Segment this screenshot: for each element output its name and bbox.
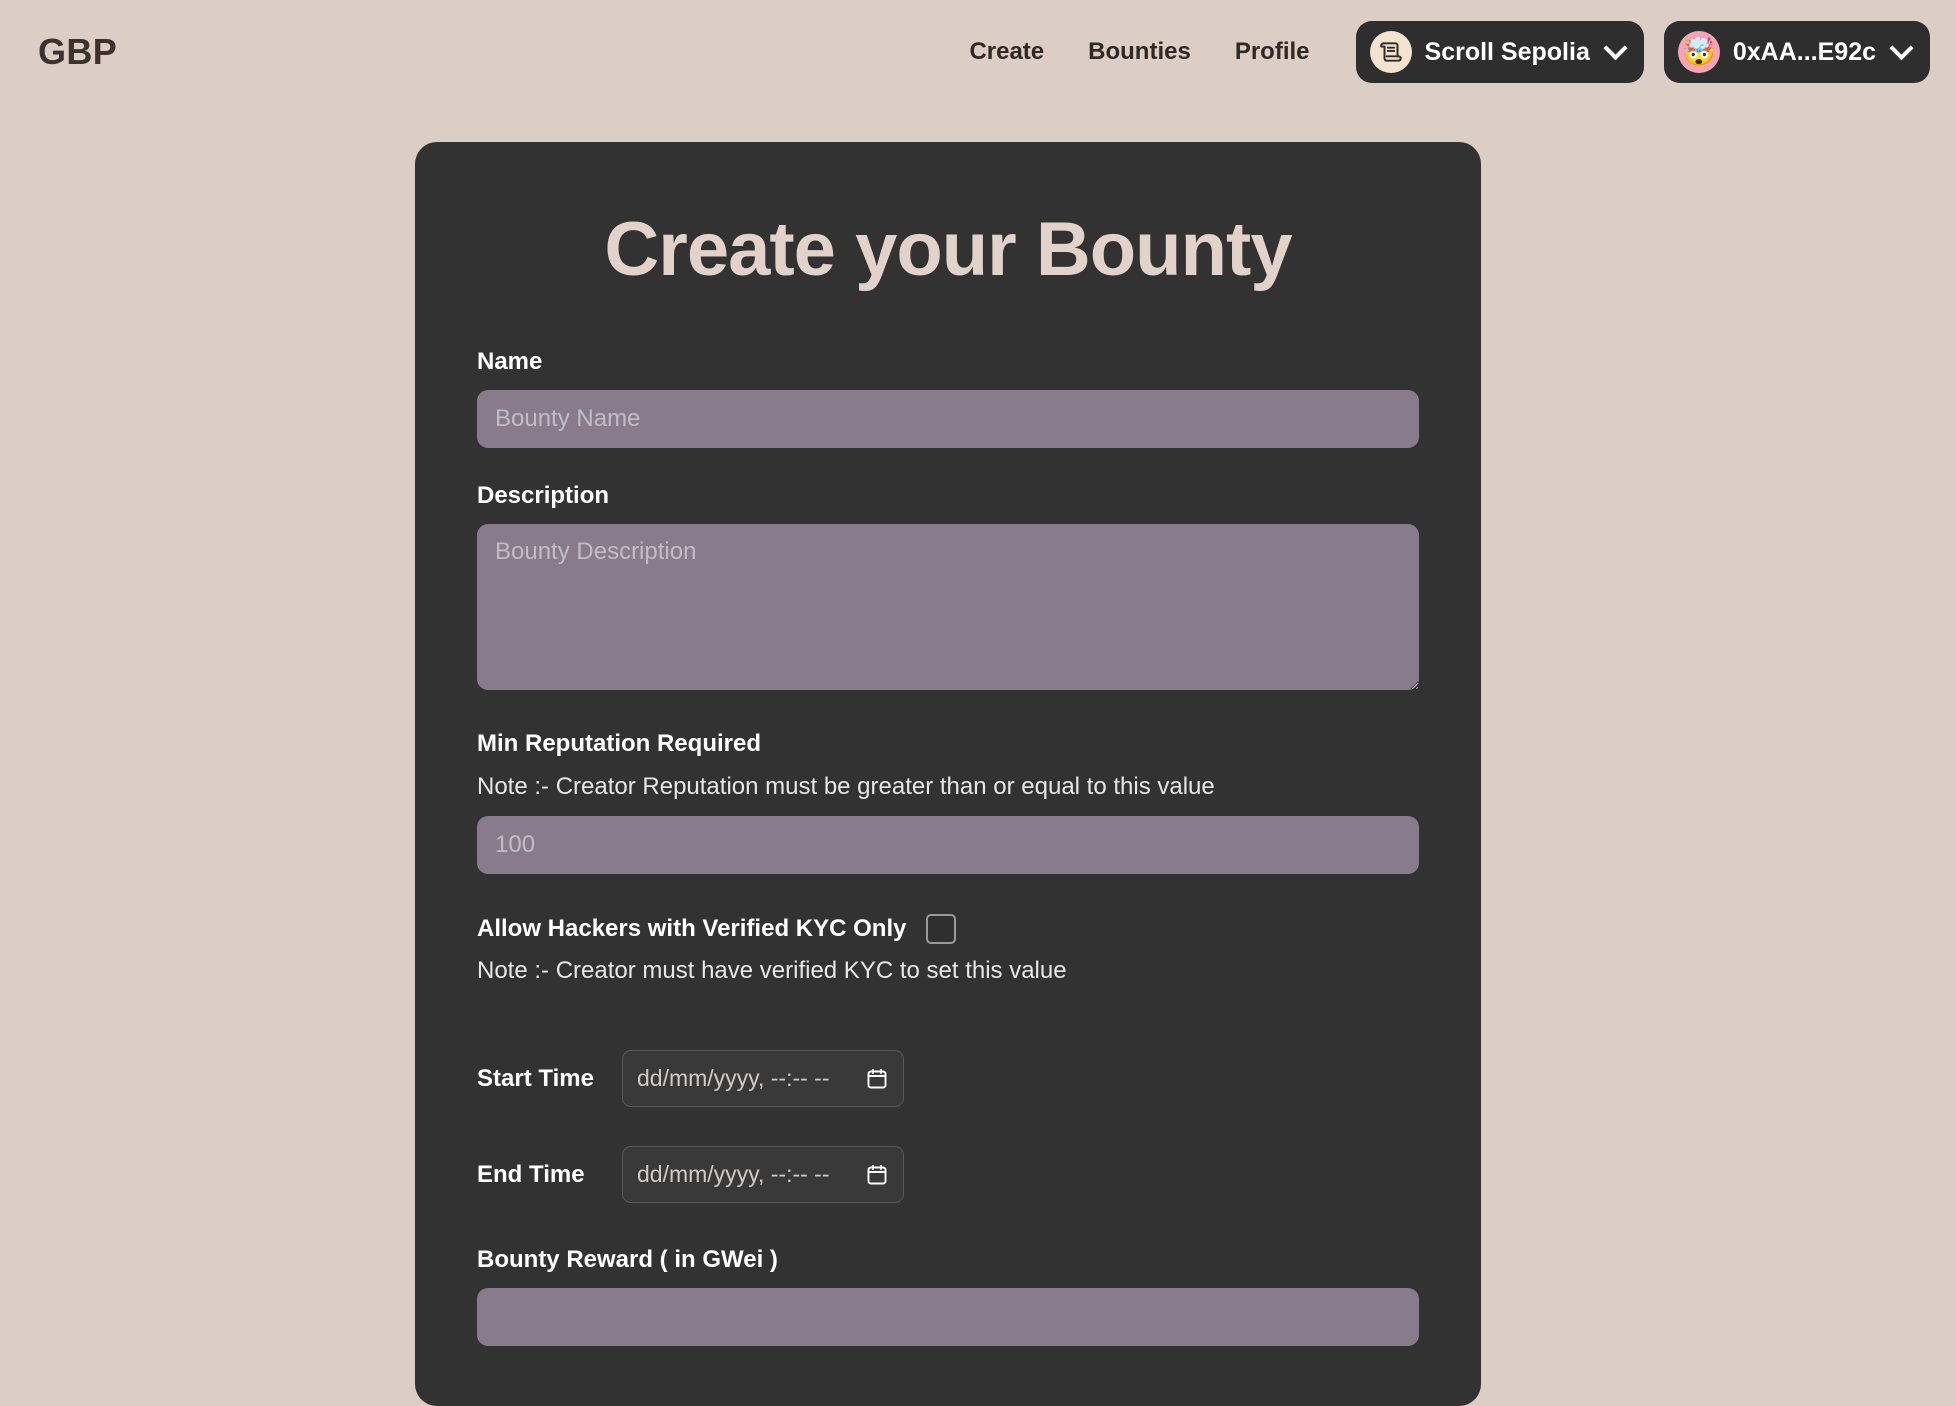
min-reputation-note: Note :- Creator Reputation must be great… — [477, 772, 1215, 800]
bounty-reward-input[interactable] — [477, 1287, 1419, 1346]
chevron-down-icon — [1603, 35, 1628, 60]
description-label: Description — [477, 481, 610, 509]
wallet-address-label: 0xAA...E92c — [1732, 37, 1876, 66]
brand-logo[interactable]: GBP — [38, 31, 117, 73]
name-label: Name — [477, 347, 543, 375]
end-time-row: End Time dd/mm/yyyy, --:-- -- — [477, 1144, 1419, 1206]
calendar-icon — [867, 1068, 887, 1089]
start-time-row: Start Time dd/mm/yyyy, --:-- -- — [477, 1048, 1419, 1110]
nav-link-create[interactable]: Create — [947, 38, 1066, 66]
page-title: Create your Bounty — [604, 207, 1292, 292]
top-navigation-bar: GBP Create Bounties Profile Scroll Sepol… — [0, 0, 1956, 104]
name-field-group: Name — [477, 348, 1419, 448]
end-time-label: End Time — [477, 1160, 585, 1188]
bounty-reward-field-group: Bounty Reward ( in GWei ) — [477, 1246, 1419, 1346]
end-time-input[interactable]: dd/mm/yyyy, --:-- -- — [622, 1146, 904, 1204]
network-name-label: Scroll Sepolia — [1424, 37, 1590, 66]
start-time-placeholder: dd/mm/yyyy, --:-- -- — [637, 1065, 830, 1092]
network-selector-chip[interactable]: Scroll Sepolia — [1355, 21, 1644, 83]
calendar-icon — [867, 1164, 887, 1185]
min-reputation-field-group: Min Reputation Required Note :- Creator … — [477, 730, 1419, 874]
chevron-down-icon — [1889, 35, 1914, 60]
kyc-label: Allow Hackers with Verified KYC Only — [477, 914, 907, 942]
bounty-reward-label: Bounty Reward ( in GWei ) — [477, 1245, 778, 1273]
kyc-field-group: Allow Hackers with Verified KYC Only Not… — [477, 913, 1419, 986]
kyc-checkbox-row: Allow Hackers with Verified KYC Only — [477, 913, 1419, 944]
wallet-account-chip[interactable]: 🤯 0xAA...E92c — [1663, 21, 1930, 83]
avatar: 🤯 — [1677, 31, 1720, 73]
nav-link-bounties[interactable]: Bounties — [1066, 38, 1213, 66]
bounty-description-textarea[interactable] — [477, 523, 1419, 690]
scroll-icon — [1369, 31, 1412, 73]
min-reputation-input[interactable] — [477, 815, 1419, 874]
description-field-group: Description — [477, 482, 1419, 690]
start-time-input[interactable]: dd/mm/yyyy, --:-- -- — [622, 1050, 904, 1108]
min-reputation-label: Min Reputation Required — [477, 729, 761, 757]
bounty-name-input[interactable] — [477, 389, 1419, 448]
start-time-label: Start Time — [477, 1064, 594, 1092]
end-time-placeholder: dd/mm/yyyy, --:-- -- — [637, 1161, 830, 1188]
kyc-note: Note :- Creator must have verified KYC t… — [477, 956, 1067, 984]
nav-link-profile[interactable]: Profile — [1213, 38, 1332, 66]
nav-right-group: Create Bounties Profile Scroll Sepolia 🤯… — [947, 21, 1930, 83]
create-bounty-card: Create your Bounty Name Description Min … — [415, 142, 1481, 1406]
kyc-only-checkbox[interactable] — [926, 913, 957, 944]
